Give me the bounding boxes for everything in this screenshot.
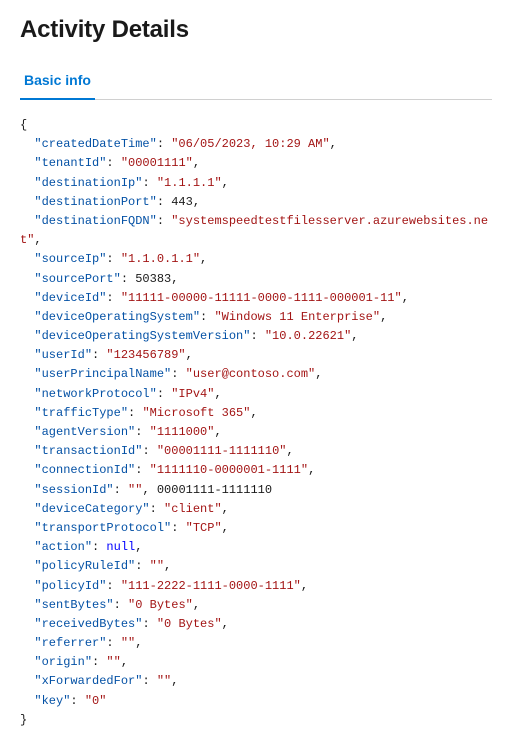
json-content: { "createdDateTime": "06/05/2023, 10:29 … [20,116,492,730]
main-container: Activity Details Basic info { "createdDa… [0,0,512,750]
tab-basic-info[interactable]: Basic info [20,64,95,100]
page-title: Activity Details [20,16,492,44]
tab-bar: Basic info [20,64,492,100]
